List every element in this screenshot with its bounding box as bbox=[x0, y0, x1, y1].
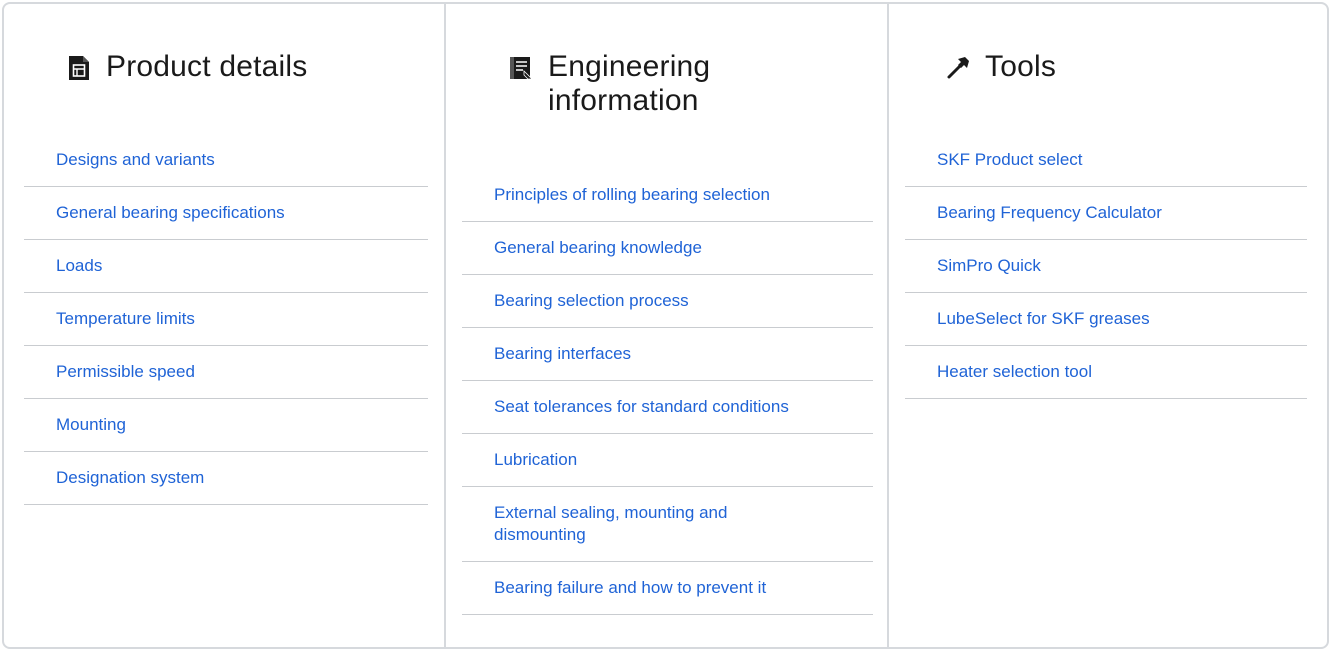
link-seat-tolerances[interactable]: Seat tolerances for standard conditions bbox=[462, 381, 873, 434]
engineering-information-title: Engineering information bbox=[548, 50, 711, 117]
tools-title: Tools bbox=[985, 50, 1057, 83]
link-loads[interactable]: Loads bbox=[24, 240, 428, 293]
product-details-column: Product details Designs and variants Gen… bbox=[4, 4, 444, 647]
link-lubrication[interactable]: Lubrication bbox=[462, 434, 873, 487]
product-sheet-icon bbox=[66, 55, 92, 81]
link-mounting[interactable]: Mounting bbox=[24, 399, 428, 452]
link-general-bearing-specifications[interactable]: General bearing specifications bbox=[24, 187, 428, 240]
link-heater-selection-tool[interactable]: Heater selection tool bbox=[905, 346, 1307, 399]
link-bearing-selection-process[interactable]: Bearing selection process bbox=[462, 275, 873, 328]
link-temperature-limits[interactable]: Temperature limits bbox=[24, 293, 428, 346]
link-bearing-interfaces[interactable]: Bearing interfaces bbox=[462, 328, 873, 381]
tools-header: Tools bbox=[889, 4, 1327, 84]
link-designs-and-variants[interactable]: Designs and variants bbox=[24, 134, 428, 187]
link-lubeselect[interactable]: LubeSelect for SKF greases bbox=[905, 293, 1307, 346]
link-bearing-frequency-calculator[interactable]: Bearing Frequency Calculator bbox=[905, 187, 1307, 240]
link-principles-of-rolling-bearing-selection[interactable]: Principles of rolling bearing selection bbox=[462, 169, 873, 222]
link-general-bearing-knowledge[interactable]: General bearing knowledge bbox=[462, 222, 873, 275]
engineering-information-header: Engineering information bbox=[446, 4, 887, 118]
link-simpro-quick[interactable]: SimPro Quick bbox=[905, 240, 1307, 293]
link-designation-system[interactable]: Designation system bbox=[24, 452, 428, 505]
engineering-information-links: Principles of rolling bearing selection … bbox=[462, 169, 873, 615]
link-bearing-failure[interactable]: Bearing failure and how to prevent it bbox=[462, 562, 873, 615]
product-details-links: Designs and variants General bearing spe… bbox=[24, 134, 428, 505]
link-skf-product-select[interactable]: SKF Product select bbox=[905, 134, 1307, 187]
product-details-header: Product details bbox=[4, 4, 444, 84]
hammer-icon bbox=[945, 55, 971, 81]
resource-panel: Product details Designs and variants Gen… bbox=[2, 2, 1329, 649]
engineering-information-column: Engineering information Principles of ro… bbox=[444, 4, 889, 647]
tools-links: SKF Product select Bearing Frequency Cal… bbox=[905, 134, 1307, 399]
tools-column: Tools SKF Product select Bearing Frequen… bbox=[889, 4, 1327, 647]
link-external-sealing-mounting-dismounting[interactable]: External sealing, mounting and dismounti… bbox=[462, 487, 873, 562]
product-details-title: Product details bbox=[106, 50, 308, 83]
link-permissible-speed[interactable]: Permissible speed bbox=[24, 346, 428, 399]
engineering-book-icon bbox=[508, 55, 534, 81]
